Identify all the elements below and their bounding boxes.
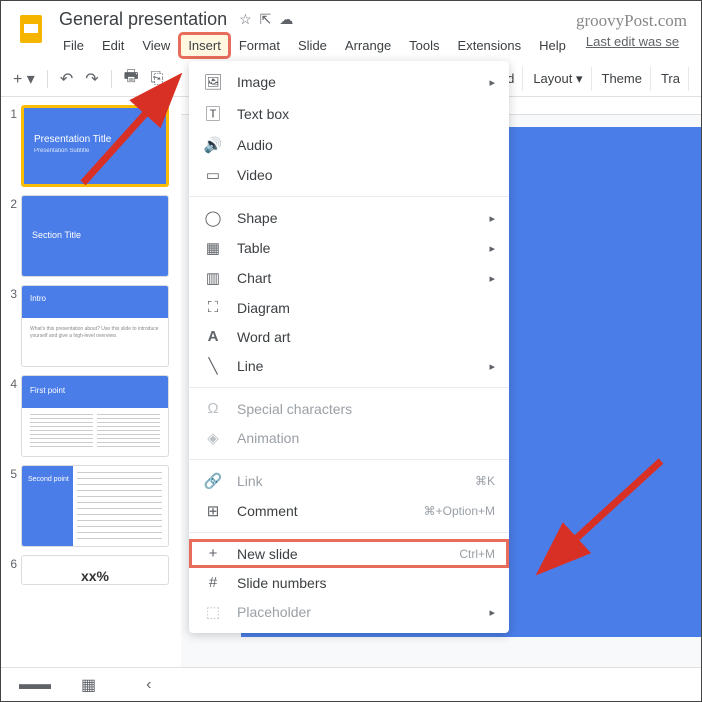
wordart-icon: A — [203, 328, 223, 345]
diagram-icon: ⛶ — [203, 299, 223, 316]
grid-view-icon[interactable]: ▦ — [81, 675, 96, 695]
line-icon: ╲ — [203, 357, 223, 375]
cloud-save-icon[interactable]: ☁ — [279, 11, 293, 28]
menu-line[interactable]: ╲Line▸ — [189, 351, 509, 381]
menu-wordart[interactable]: AWord art — [189, 322, 509, 351]
undo-button[interactable]: ↶ — [60, 69, 73, 89]
slide-number: 3 — [5, 285, 17, 301]
collapse-icon[interactable]: ‹ — [146, 676, 151, 694]
menu-shape[interactable]: ◯Shape▸ — [189, 203, 509, 233]
menu-new-slide[interactable]: +New slideCtrl+M — [189, 539, 509, 568]
transition-button[interactable]: Tra — [653, 67, 689, 91]
chevron-right-icon: ▸ — [489, 76, 495, 89]
menu-link: 🔗Link⌘K — [189, 466, 509, 496]
thumbnail-6[interactable]: xx% — [21, 555, 169, 585]
audio-icon: 🔊 — [203, 136, 223, 154]
new-slide-button[interactable]: + ▾ — [13, 69, 35, 89]
chevron-right-icon: ▸ — [489, 360, 495, 373]
move-icon[interactable]: ⇱ — [260, 11, 272, 28]
menu-diagram[interactable]: ⛶Diagram — [189, 293, 509, 322]
last-edit-link[interactable]: Last edit was se — [586, 34, 679, 57]
link-icon: 🔗 — [203, 472, 223, 490]
shape-icon: ◯ — [203, 209, 223, 227]
chevron-right-icon: ▸ — [489, 272, 495, 285]
hash-icon: # — [203, 574, 223, 591]
menu-edit[interactable]: Edit — [94, 34, 132, 57]
placeholder-icon: ⬚ — [203, 603, 223, 621]
filmstrip-view-icon[interactable]: ▬▬ — [19, 676, 51, 694]
thumbnail-2[interactable]: Section Title — [21, 195, 169, 277]
menu-comment[interactable]: ⊞Comment⌘+Option+M — [189, 496, 509, 526]
slide-number: 1 — [5, 105, 17, 121]
layout-button[interactable]: Layout ▾ — [525, 67, 591, 91]
slide-number: 2 — [5, 195, 17, 211]
plus-icon: + — [203, 545, 223, 562]
menu-view[interactable]: View — [134, 34, 178, 57]
animation-icon: ◈ — [203, 429, 223, 447]
image-icon: 🖼 — [203, 73, 223, 91]
table-icon: ▦ — [203, 239, 223, 257]
chevron-right-icon: ▸ — [489, 212, 495, 225]
menu-placeholder: ⬚Placeholder▸ — [189, 597, 509, 627]
chart-icon: ▥ — [203, 269, 223, 287]
menu-table[interactable]: ▦Table▸ — [189, 233, 509, 263]
menu-slide[interactable]: Slide — [290, 34, 335, 57]
slide-number: 5 — [5, 465, 17, 481]
slides-logo — [13, 11, 49, 47]
thumbnail-4[interactable]: First point — [21, 375, 169, 457]
menu-image[interactable]: 🖼Image▸ — [189, 67, 509, 97]
annotation-arrow-2 — [531, 451, 671, 591]
thumbnail-5[interactable]: Second point — [21, 465, 169, 547]
menu-slide-numbers[interactable]: #Slide numbers — [189, 568, 509, 597]
menu-animation: ◈Animation — [189, 423, 509, 453]
comment-icon: ⊞ — [203, 502, 223, 520]
slide-number: 4 — [5, 375, 17, 391]
menu-arrange[interactable]: Arrange — [337, 34, 399, 57]
chevron-right-icon: ▸ — [489, 606, 495, 619]
menu-file[interactable]: File — [55, 34, 92, 57]
theme-button[interactable]: Theme — [594, 67, 651, 91]
bottom-bar: ▬▬ ▦ ‹ — [1, 667, 701, 701]
video-icon: ▭ — [203, 166, 223, 184]
menu-extensions[interactable]: Extensions — [450, 34, 530, 57]
thumbnail-3[interactable]: Intro What's this presentation about? Us… — [21, 285, 169, 367]
menu-help[interactable]: Help — [531, 34, 574, 57]
watermark: groovyPost.com — [576, 11, 687, 31]
menu-chart[interactable]: ▥Chart▸ — [189, 263, 509, 293]
menu-textbox[interactable]: 🅃Text box — [189, 97, 509, 130]
menu-audio[interactable]: 🔊Audio — [189, 130, 509, 160]
star-icon[interactable]: ☆ — [239, 11, 252, 28]
chevron-right-icon: ▸ — [489, 242, 495, 255]
textbox-icon: 🅃 — [203, 103, 223, 124]
insert-dropdown: 🖼Image▸ 🅃Text box 🔊Audio ▭Video ◯Shape▸ … — [189, 61, 509, 633]
special-char-icon: Ω — [203, 400, 223, 417]
menu-insert[interactable]: Insert — [180, 34, 229, 57]
menu-format[interactable]: Format — [231, 34, 288, 57]
doc-title[interactable]: General presentation — [55, 7, 231, 32]
menu-tools[interactable]: Tools — [401, 34, 447, 57]
menu-special-chars: ΩSpecial characters — [189, 394, 509, 423]
annotation-arrow-1 — [73, 73, 193, 193]
menu-video[interactable]: ▭Video — [189, 160, 509, 190]
slide-number: 6 — [5, 555, 17, 571]
